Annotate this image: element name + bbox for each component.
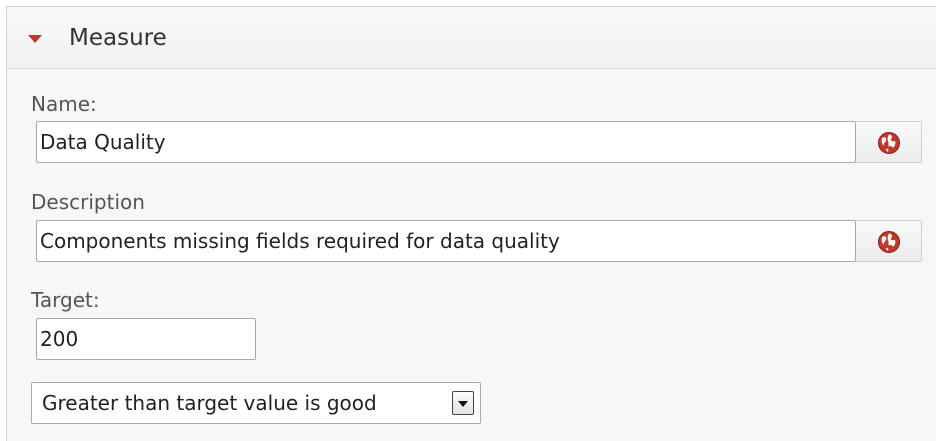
target-field[interactable]: 200 [36,318,256,360]
comparison-select-value: Greater than target value is good [42,391,377,415]
comparison-select[interactable]: Greater than target value is good [31,382,481,424]
description-field[interactable]: Components missing fields required for d… [36,220,856,262]
caret-down-icon[interactable] [28,35,42,43]
description-label: Description [31,190,145,214]
panel-header[interactable]: Measure [7,7,936,69]
name-field[interactable]: Data Quality [36,121,856,163]
panel-title: Measure [69,25,167,51]
dropdown-arrow-icon[interactable] [452,391,474,415]
name-label: Name: [31,92,97,116]
globe-icon [878,231,900,253]
name-translate-button[interactable] [856,121,922,163]
target-label: Target: [31,288,100,312]
globe-icon [878,132,900,154]
description-translate-button[interactable] [856,220,922,262]
